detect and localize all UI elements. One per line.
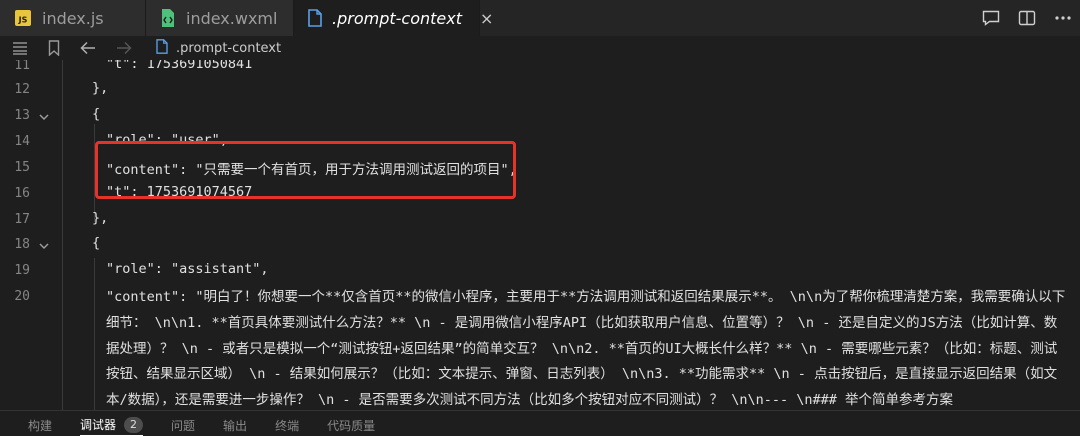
tab-label: 构建 (28, 418, 53, 433)
tab-label: 代码质量 (327, 418, 376, 433)
tab-problems[interactable]: 问题 (171, 414, 195, 436)
code-line: { (92, 235, 101, 251)
file-icon (308, 9, 322, 27)
highlight-annotation-box (95, 141, 516, 199)
tab-label: 问题 (171, 418, 196, 433)
split-editor-icon[interactable] (1018, 10, 1036, 26)
code-editor[interactable]: 11 12 13 14 15 16 17 18 19 20 "t": 17536… (0, 60, 1080, 410)
tab-index-wxml[interactable]: index.wxml (146, 0, 294, 36)
wxml-file-icon (160, 9, 176, 27)
tab-prompt-context[interactable]: .prompt-context × (294, 0, 493, 36)
tab-build[interactable]: 构建 (28, 414, 52, 436)
back-arrow-icon[interactable] (80, 41, 96, 55)
more-actions-icon[interactable] (1054, 15, 1072, 21)
code-line: "t": 1753691050841 (106, 60, 253, 72)
code-line: }, (92, 210, 109, 226)
comment-icon[interactable] (982, 10, 1000, 26)
close-icon[interactable]: × (480, 9, 493, 28)
code-line-wrapped: "content": "明白了！你想要一个**仅含首页**的微信小程序，主要用于… (106, 289, 1066, 409)
tab-label: index.js (42, 8, 104, 28)
code-line: "role": "assistant", (106, 261, 269, 277)
file-icon (156, 38, 168, 58)
svg-text:JS: JS (18, 16, 28, 25)
tab-index-js[interactable]: JS index.js (0, 0, 146, 36)
bottom-panel-tabs: 构建 调试器 2 问题 输出 终端 代码质量 (0, 410, 1080, 436)
code-lines: "t": 1753691050841 }, { "role": "user", … (0, 60, 1080, 410)
outline-list-icon[interactable] (12, 41, 28, 55)
breadcrumb: .prompt-context (0, 36, 1080, 60)
tab-label: 终端 (275, 418, 300, 433)
count-badge: 2 (124, 416, 144, 433)
breadcrumb-file[interactable]: .prompt-context (156, 38, 282, 58)
editor-tab-bar: JS index.js index.wxml .prompt-context × (0, 0, 1080, 36)
js-file-icon: JS (14, 9, 32, 27)
tab-label: 输出 (223, 418, 248, 433)
tab-label: .prompt-context (332, 8, 462, 28)
tab-label: index.wxml (186, 8, 278, 28)
forward-arrow-icon[interactable] (116, 41, 132, 55)
editor-actions (982, 0, 1072, 36)
code-line: }, (92, 80, 109, 96)
tab-code-quality[interactable]: 代码质量 (327, 414, 375, 436)
tab-output[interactable]: 输出 (223, 414, 247, 436)
tab-terminal[interactable]: 终端 (275, 414, 299, 436)
tab-label: 调试器 (80, 418, 117, 432)
bookmark-icon[interactable] (48, 40, 60, 56)
breadcrumb-file-label: .prompt-context (176, 40, 282, 56)
tab-debugger[interactable]: 调试器 2 (80, 414, 144, 436)
code-line: { (92, 106, 101, 122)
